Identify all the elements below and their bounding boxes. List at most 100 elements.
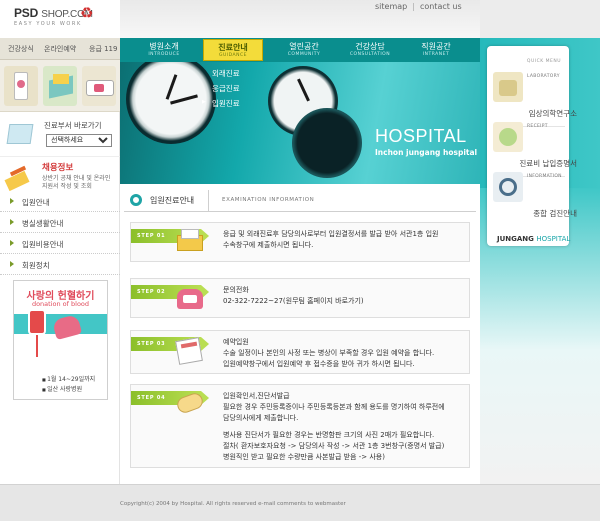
hero-title: HOSPITAL xyxy=(375,126,467,146)
blood-banner-list: 1월 14~29일까지 일산 사랑병원 xyxy=(42,375,95,395)
step-text: 문의전화 xyxy=(223,286,249,294)
nav-label-en: CONSULTATION xyxy=(349,52,391,57)
nav-label: 진료안내 xyxy=(218,43,248,52)
tab-emergency[interactable]: 응급 119 xyxy=(89,44,117,54)
nav-label-en: INTRODUCE xyxy=(148,52,180,57)
calendar-icon xyxy=(171,335,207,365)
nav-label: 직원공간 xyxy=(421,42,451,51)
submenu-inpatient[interactable]: 입원진료 xyxy=(200,96,262,111)
section-title-en: EXAMINATION INFORMATION xyxy=(222,197,315,203)
quick-tabs: 건강상식 온라인예약 응급 119 xyxy=(0,38,120,60)
brand-suffix: HOSPITAL xyxy=(536,235,571,243)
nav-consultation[interactable]: 건강상담 CONSULTATION xyxy=(340,41,400,57)
main-content: 입원진료안내 EXAMINATION INFORMATION STEP 01 응… xyxy=(120,184,480,484)
clock-image xyxy=(292,108,362,178)
quick-item-laboratory[interactable]: LABORATORY 임상의학연구소 xyxy=(493,72,577,122)
step-text: 필요한 경우 주민등록증이나 주민등록등본과 함께 용도를 명기하여 하루전에 xyxy=(223,403,445,411)
hero-banner: 외래진료 응급진료 입원진료 HOSPITAL Inchon jungang h… xyxy=(120,62,480,184)
step-tag-label: STEP 03 xyxy=(137,341,166,347)
sitemap-link[interactable]: sitemap xyxy=(375,2,407,11)
logo[interactable]: PSD SHOP.COM EASY YOUR WORK ♻ xyxy=(14,5,93,28)
recruit-title: 채용정보 xyxy=(42,163,74,173)
quick-item-label: 임상의학연구소 xyxy=(528,109,577,118)
left-nav-label: 병실생활안내 xyxy=(22,219,64,228)
folder-icon xyxy=(6,124,34,144)
section-header: 입원진료안내 EXAMINATION INFORMATION xyxy=(124,190,476,212)
medicine-icon[interactable] xyxy=(4,66,38,106)
left-nav-item-admission[interactable]: 입원안내 xyxy=(0,191,120,212)
stethoscope-icon xyxy=(493,172,523,202)
submenu-emergency[interactable]: 응급진료 xyxy=(200,81,262,96)
nav-introduce[interactable]: 병원소개 INTRODUCE xyxy=(134,41,194,57)
top-right-area xyxy=(480,0,600,38)
nav-label: 열린공간 xyxy=(289,42,319,51)
step-card: STEP 01 응급 및 외래진료후 담당의사로부터 입원결정서를 발급 받아 … xyxy=(130,222,470,262)
bullet-icon xyxy=(10,240,14,246)
tab-online-reservation[interactable]: 온라인예약 xyxy=(44,44,76,54)
left-nav-item-ward-life[interactable]: 병실생활안내 xyxy=(0,212,120,233)
bullet-icon xyxy=(10,198,14,204)
step-text: 담당의사에게 제출합니다. xyxy=(223,414,299,422)
contact-link[interactable]: contact us xyxy=(420,2,462,11)
receipt-icon xyxy=(493,122,523,152)
step-text: 병사용 진단서가 필요한 경우는 반명함판 크기의 사진 2매가 필요합니다. xyxy=(223,431,435,439)
tab-health-tips[interactable]: 건강상식 xyxy=(8,44,34,54)
blood-banner-subtitle: donation of blood xyxy=(31,300,90,308)
sub-menu: 외래진료 응급진료 입원진료 xyxy=(200,66,262,111)
book-icon[interactable] xyxy=(43,66,77,106)
dept-shortcut-label: 진료부서 바로가기 xyxy=(44,121,102,130)
step-card: STEP 02 문의전화 02-322-7222~27(원무팀 홈페이지 바로가… xyxy=(130,278,470,318)
quick-menu: QUICK MENU LABORATORY 임상의학연구소 RECEIPT 진료… xyxy=(487,46,577,246)
quick-item-label: 진료비 납입증명서 xyxy=(519,159,577,168)
nav-label: 병원소개 xyxy=(149,42,179,51)
recycle-icon: ♻ xyxy=(80,4,94,22)
quick-item-en: INFORMATION xyxy=(527,174,562,179)
nav-label-en: GUIDANCE xyxy=(219,53,247,58)
bullet-icon xyxy=(10,219,14,225)
nav-label-en: COMMUNITY xyxy=(287,52,321,57)
divider xyxy=(208,190,209,212)
step-text: 예약입원 xyxy=(223,338,249,346)
phone-icon xyxy=(171,283,207,313)
blood-banner-item: 1월 14~29일까지 xyxy=(42,375,95,385)
logo-name: PSD xyxy=(14,6,39,20)
circle-icon xyxy=(130,194,142,206)
utility-nav: sitemap | contact us xyxy=(370,2,467,11)
step-tag-label: STEP 01 xyxy=(137,233,166,239)
hero-subtitle: Inchon jungang hospital xyxy=(375,148,478,157)
left-nav-label: 회원정치 xyxy=(22,261,50,270)
submenu-outpatient[interactable]: 외래진료 xyxy=(200,66,262,81)
blood-donation-banner[interactable]: 사랑의 헌혈하기 donation of blood 1월 14~29일까지 일… xyxy=(13,280,108,400)
left-nav-item-admission-cost[interactable]: 입원비용안내 xyxy=(0,233,120,254)
left-nav-label: 입원비용안내 xyxy=(22,240,64,249)
quick-item-information[interactable]: INFORMATION 종합 검진안내 xyxy=(493,172,577,222)
left-nav-item-member[interactable]: 회원정치 xyxy=(0,254,120,275)
step-text: 수속창구에 제출하시면 됩니다. xyxy=(223,241,314,249)
nav-intranet[interactable]: 직원공간 INTRANET xyxy=(406,41,466,57)
phone-link[interactable]: 02-322-7222~27(원무팀 홈페이지 바로가기) xyxy=(223,296,469,307)
quick-item-en: RECEIPT xyxy=(527,124,548,129)
nav-guidance[interactable]: 진료안내 GUIDANCE xyxy=(203,39,263,61)
step-text: 절차( 환자보호자요청 -> 담당의사 작성 -> 서관 1층 3번창구(증명서… xyxy=(223,442,445,450)
quick-tab-icons xyxy=(0,60,120,112)
quick-item-label: 종합 검진안내 xyxy=(533,209,577,218)
dept-select[interactable]: 선택하세요 xyxy=(46,134,112,147)
top-utility-area: sitemap | contact us xyxy=(120,0,480,38)
recruit-desc: 상반기 공채 안내 및 온라인 지원서 작성 및 조회 xyxy=(42,175,111,190)
left-nav-label: 입원안내 xyxy=(22,198,50,207)
step-card: STEP 04 입원확인서,진단서발급 필요한 경우 주민등록증이나 주민등록등… xyxy=(130,384,470,468)
page: PSD SHOP.COM EASY YOUR WORK ♻ sitemap | co… xyxy=(0,0,600,521)
nav-label: 건강상담 xyxy=(355,42,385,51)
dept-shortcut: 진료부서 바로가기 선택하세요 xyxy=(0,116,120,154)
step-text: 응급 및 외래진료후 담당의사로부터 입원결정서를 발급 받아 서관1층 입원 xyxy=(223,230,439,238)
step-tag-label: STEP 02 xyxy=(137,289,166,295)
nav-community[interactable]: 열린공간 COMMUNITY xyxy=(274,41,334,57)
first-aid-icon[interactable] xyxy=(82,66,116,106)
left-nav: 입원안내 병실생활안내 입원비용안내 회원정치 xyxy=(0,191,120,275)
utility-separator: | xyxy=(412,2,415,11)
quick-item-receipt[interactable]: RECEIPT 진료비 납입증명서 xyxy=(493,122,577,172)
blood-banner-item: 일산 사랑병원 xyxy=(42,385,95,395)
step-card: STEP 03 예약입원 수술 일정이나 본인의 사정 또는 병상이 부족할 경… xyxy=(130,330,470,374)
microscope-icon xyxy=(493,72,523,102)
step-tag-label: STEP 04 xyxy=(137,395,166,401)
